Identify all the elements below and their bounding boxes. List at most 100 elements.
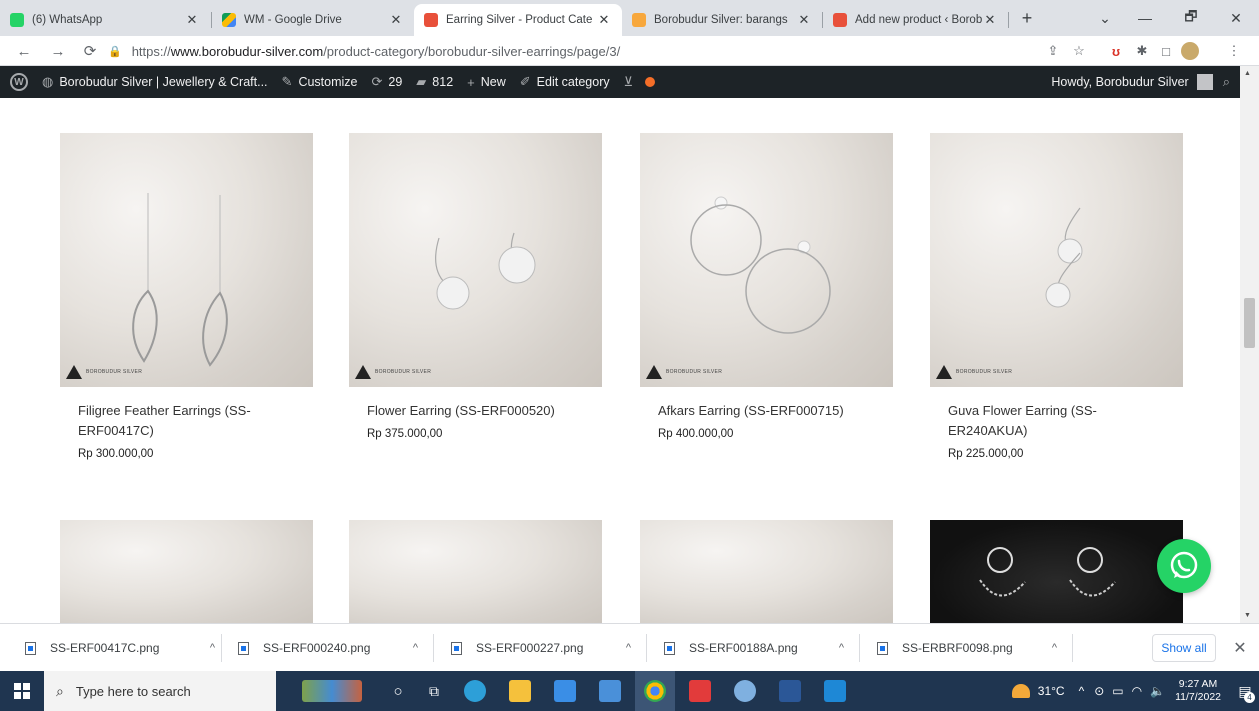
product-image[interactable]: BOROBUDUR SILVER [640,133,893,387]
close-tab-icon[interactable]: ✕ [184,12,200,28]
product-title[interactable]: Guva Flower Earring (SS-ER240AKUA) [930,401,1183,441]
whatsapp-chat-button[interactable] [1157,539,1211,593]
show-all-button[interactable]: Show all [1152,634,1216,662]
site-name-link[interactable]: ◍ Borobudur Silver | Jewellery & Craft..… [42,74,268,90]
photos-icon[interactable] [815,671,855,711]
download-item[interactable]: SS-ERF000227.png ^ [451,624,631,672]
close-tab-icon[interactable]: ✕ [596,12,612,28]
tab-google-drive[interactable]: WM - Google Drive ✕ [212,4,414,36]
wordpress-logo-icon[interactable]: W [10,73,28,91]
address-bar[interactable]: 🔒 https:// www.borobudur-silver.com /pro… [108,39,1098,63]
product-card[interactable] [640,520,893,623]
windows-start-button[interactable] [0,671,44,711]
product-image[interactable] [930,520,1183,623]
download-item[interactable]: SS-ERF000240.png ^ [238,624,418,672]
updates-link[interactable]: ⟳ 29 [371,74,402,90]
product-image[interactable] [349,520,602,623]
product-image[interactable]: BOROBUDUR SILVER [60,133,313,387]
page-scrollbar[interactable]: ▲ ▼ [1240,66,1259,623]
share-icon[interactable]: ⇪ [1043,41,1063,61]
forward-arrow-icon[interactable]: → [46,39,70,63]
product-image[interactable] [60,520,313,623]
close-window-button[interactable]: ✕ [1213,0,1259,36]
dashboard-icon: ◍ [42,74,54,89]
seo-menu[interactable]: ⊻ [624,74,656,90]
customize-link[interactable]: ✎ Customize [282,74,358,90]
product-image[interactable]: BOROBUDUR SILVER [930,133,1183,387]
download-item[interactable]: SS-ERBRF0098.png ^ [877,624,1057,672]
download-item[interactable]: SS-ERF00188A.png ^ [664,624,844,672]
new-content-link[interactable]: + New [467,75,506,90]
my-account-menu[interactable]: Howdy, Borobudur Silver ⌕ [1051,66,1230,98]
product-card[interactable]: BOROBUDUR SILVER Guva Flower Earring (SS… [930,133,1183,460]
product-card[interactable]: BOROBUDUR SILVER Filigree Feather Earrin… [60,133,313,460]
chevron-up-icon[interactable]: ^ [839,642,844,654]
product-image[interactable] [640,520,893,623]
comments-link[interactable]: ▰ 812 [416,74,453,90]
extensions-puzzle-icon[interactable]: ✱ [1132,41,1152,61]
tab-earring-silver[interactable]: Earring Silver - Product Cate ✕ [414,4,622,36]
clock[interactable]: 9:27 AM 11/7/2022 [1175,678,1221,704]
close-tab-icon[interactable]: ✕ [388,12,404,28]
brand-watermark: BOROBUDUR SILVER [66,365,142,379]
chevron-up-icon[interactable]: ^ [626,642,631,654]
new-tab-button[interactable]: + [1004,0,1050,36]
mail-icon[interactable] [545,671,585,711]
scrollbar-thumb[interactable] [1244,298,1255,348]
product-card[interactable]: BOROBUDUR SILVER Flower Earring (SS-ERF0… [349,133,602,440]
extension-icon[interactable]: ʊ [1106,41,1126,61]
browser-menu-icon[interactable]: ⋮ [1224,41,1244,61]
reload-icon[interactable]: ⟳ [78,39,102,63]
site-favicon-icon [424,13,438,27]
chevron-up-icon[interactable]: ^ [1052,642,1057,654]
battery-icon[interactable]: ▭ [1112,684,1123,698]
maximize-button[interactable]: 🗗 [1168,0,1214,36]
volume-icon[interactable]: 🔈 [1150,684,1165,698]
tab-whatsapp[interactable]: (6) WhatsApp ✕ [0,4,210,36]
product-card[interactable]: BOROBUDUR SILVER Afkars Earring (SS-ERF0… [640,133,893,440]
meet-icon[interactable]: ⊙ [1094,684,1104,698]
tab-add-new-product[interactable]: Add new product ‹ Borobudu ✕ [823,4,1008,36]
edit-category-link[interactable]: ✐ Edit category [520,74,610,90]
product-title[interactable]: Flower Earring (SS-ERF000520) [349,401,602,421]
chevron-up-icon[interactable]: ^ [210,642,215,654]
taskbar-search[interactable]: ⌕ Type here to search [44,671,276,711]
edge-browser-icon[interactable] [455,671,495,711]
search-icon[interactable]: ⌕ [1223,74,1230,90]
product-card[interactable] [60,520,313,623]
product-title[interactable]: Filigree Feather Earrings (SS-ERF00417C) [60,401,313,441]
close-icon[interactable]: ✕ [1228,636,1252,660]
url-path: /product-category/borobudur-silver-earri… [323,43,621,59]
lock-icon[interactable]: 🔒 [108,45,122,58]
download-item[interactable]: SS-ERF00417C.png ^ [25,624,215,672]
product-title[interactable]: Afkars Earring (SS-ERF000715) [640,401,893,421]
scroll-up-icon[interactable]: ▲ [1244,70,1251,77]
cortana-icon[interactable]: ○ [378,671,418,711]
wifi-icon[interactable]: ◠ [1132,684,1142,698]
tab-borobudur-barangs[interactable]: Borobudur Silver: barangs ✕ [622,4,822,36]
minimize-button[interactable]: — [1122,0,1168,36]
back-arrow-icon[interactable]: ← [12,39,36,63]
gift-app-icon[interactable] [680,671,720,711]
notification-icon[interactable]: ▤ 4 [1231,671,1259,711]
globe-app-icon[interactable] [725,671,765,711]
chevron-up-icon[interactable]: ^ [413,642,418,654]
side-panel-icon[interactable]: □ [1156,41,1176,61]
chevron-up-icon[interactable]: ^ [1079,684,1085,698]
product-card[interactable] [349,520,602,623]
close-tab-icon[interactable]: ✕ [982,12,998,28]
product-card[interactable] [930,520,1183,623]
word-icon[interactable] [770,671,810,711]
profile-avatar[interactable] [1180,41,1200,61]
chrome-browser-icon[interactable] [635,671,675,711]
scroll-down-icon[interactable]: ▼ [1244,612,1251,619]
file-explorer-icon[interactable] [500,671,540,711]
bookmark-star-icon[interactable]: ☆ [1069,41,1089,61]
task-view-icon[interactable]: ⧉ [414,671,454,711]
search-highlight-icon[interactable] [292,671,372,711]
temperature[interactable]: 31°C [1038,684,1065,698]
store-icon[interactable] [590,671,630,711]
close-tab-icon[interactable]: ✕ [796,12,812,28]
weather-icon[interactable] [1011,684,1030,698]
product-image[interactable]: BOROBUDUR SILVER [349,133,602,387]
